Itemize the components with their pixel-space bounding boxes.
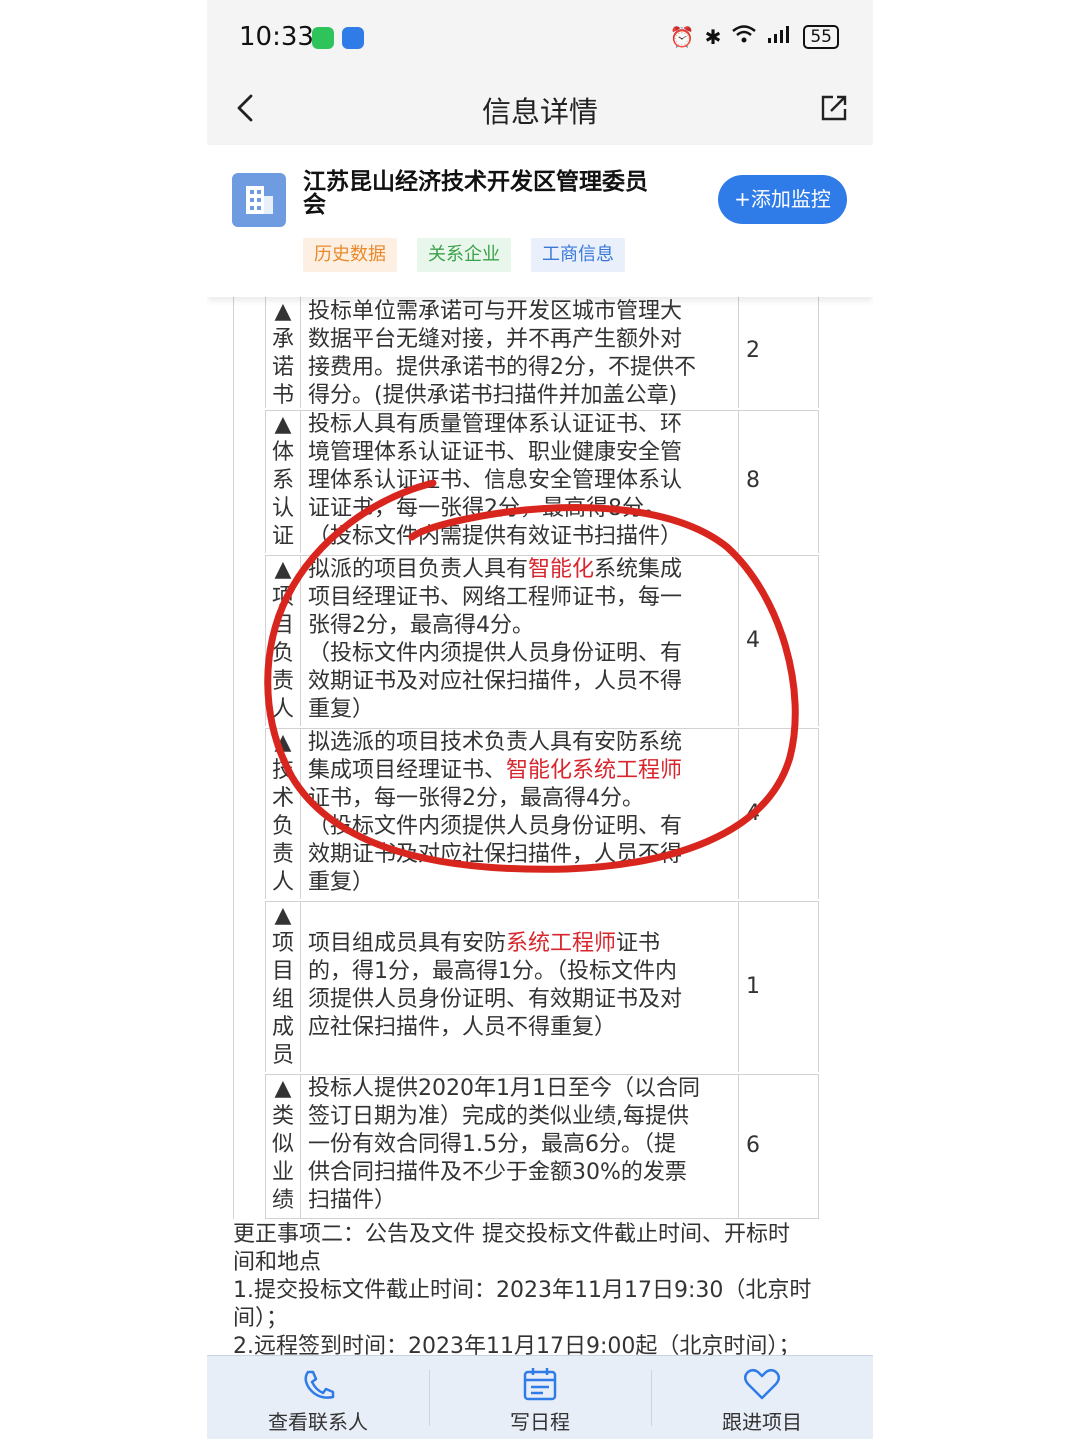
building-icon [232, 173, 286, 227]
calendar-icon [523, 1368, 557, 1401]
row-score: 4 [746, 801, 760, 826]
row-label: ▲ 项目负责人 [271, 557, 294, 722]
status-bar: 10:33 ⏰ ✱ 55 [207, 0, 873, 75]
highlight-text: 智能化 [528, 557, 595, 582]
page-title: 信息详情 [481, 95, 598, 129]
table-row-certification: ▲ 体系认证 投标人具有质量管理体系认证证书、环 境管理体系认证证书、职业健康安全管… [265, 410, 819, 553]
tag-history-data[interactable]: 历史数据 [303, 238, 397, 272]
row-description: 投标人具有质量管理体系认证证书、环 境管理体系认证证书、职业健康安全管 理体系认证证… [308, 412, 683, 549]
table-row-project-leader: ▲ 项目负责人 拟派的项目负责人具有智能化系统集成 项目经理证书、网络工程师证书，… [265, 555, 819, 726]
tag-related-companies[interactable]: 关系企业 [417, 238, 511, 272]
status-time: 10:33 [239, 22, 314, 52]
system-icons: ⏰ ✱ 55 [670, 24, 839, 49]
bottom-action-bar: 查看联系人 写日程 跟进项目 [207, 1355, 873, 1439]
row-score: 2 [746, 338, 760, 363]
company-card: 江苏昆山经济技术开发区管理委员 会 +添加监控 历史数据 关系企业 工商信息 [207, 145, 873, 297]
alarm-icon: ⏰ [669, 24, 695, 49]
correction-notice: 更正事项二：公告及文件 提交投标文件截止时间、开标时 间和地点 1.提交投标文件… [233, 1222, 812, 1355]
row-score: 1 [746, 974, 760, 999]
row-description: 投标单位需承诺可与开发区城市管理大 数据平台无缝对接，并不再产生额外对 接费用。提供… [308, 299, 696, 408]
view-contact-button[interactable]: 查看联系人 [207, 1356, 429, 1439]
nav-bar: 信息详情 [207, 75, 873, 145]
row-label: ▲ 类似业绩 [271, 1076, 294, 1213]
row-description: 拟选派的项目技术负责人具有安防系统 集成项目经理证书、智能化系统工程师 证书，每… [308, 730, 683, 895]
row-label: ▲ 项目组成员 [271, 903, 294, 1068]
table-row-commitment: ▲ 承诺书 投标单位需承诺可与开发区城市管理大 数据平台无缝对接，并不再产生额外对接… [265, 297, 819, 408]
table-row-team-member: ▲ 项目组成员 项目组成员具有安防系统工程师证书 的，得1分，最高得1分。（投标文… [265, 901, 819, 1072]
row-description: 拟派的项目负责人具有智能化系统集成 项目经理证书、网络工程师证书，每一 张得2分，… [308, 557, 683, 722]
row-score: 6 [746, 1133, 760, 1158]
battery-indicator: 55 [803, 24, 839, 49]
row-score: 4 [746, 628, 760, 653]
write-schedule-button[interactable]: 写日程 [429, 1356, 651, 1439]
row-label: ▲ 体系认证 [271, 412, 294, 549]
follow-project-button[interactable]: 跟进项目 [651, 1356, 873, 1439]
bluetooth-icon: ✱ [704, 24, 722, 49]
phone-screen: 10:33 ⏰ ✱ 55 信息详情 江苏昆山经济技术开发区管理委员 会 +添加监… [207, 0, 873, 1439]
row-label: ▲ 承诺书 [271, 299, 294, 408]
row-description: 项目组成员具有安防系统工程师证书 的，得1分，最高得1分。（投标文件内 须提供人员… [308, 931, 683, 1040]
share-icon[interactable] [817, 91, 851, 125]
highlight-text: 系统工程师 [506, 931, 617, 956]
row-score: 8 [746, 468, 760, 493]
notification-app-icon [342, 27, 364, 49]
content-area[interactable]: ▲ 承诺书 投标单位需承诺可与开发区城市管理大 数据平台无缝对接，并不再产生额外对接… [207, 297, 873, 1355]
phone-icon [304, 1370, 335, 1399]
heart-icon [744, 1369, 780, 1400]
signal-icon [767, 24, 793, 49]
row-description: 投标人提供2020年1月1日至今（以合同 签订日期为准）完成的类似业绩,每提供 一份… [308, 1076, 700, 1213]
highlight-text: 智能化系统工程师 [506, 758, 683, 783]
tag-business-info[interactable]: 工商信息 [531, 238, 625, 272]
company-name: 江苏昆山经济技术开发区管理委员 会 [303, 169, 648, 218]
wifi-icon [731, 24, 757, 49]
add-monitor-button[interactable]: +添加监控 [718, 175, 847, 224]
wechat-icon [312, 27, 334, 49]
table-row-technical-leader: ▲ 技术负责人 拟选派的项目技术负责人具有安防系统 集成项目经理证书、智能化系统工… [265, 728, 819, 899]
table-row-similar-performance: ▲ 类似业绩 投标人提供2020年1月1日至今（以合同 签订日期为准）完成的类似业绩… [265, 1074, 819, 1219]
row-label: ▲ 技术负责人 [271, 730, 294, 895]
